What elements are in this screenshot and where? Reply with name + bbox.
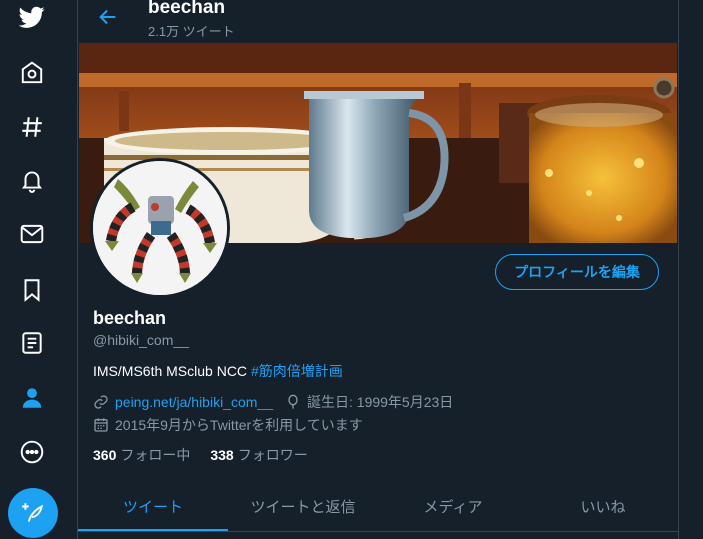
home-icon[interactable]: [12, 53, 52, 93]
balloon-birthday-icon: [285, 394, 301, 410]
profile-joined-row: 2015年9月からTwitterを利用しています: [93, 415, 363, 435]
profile-person-icon[interactable]: [12, 378, 52, 418]
lists-icon[interactable]: [12, 323, 52, 363]
link-icon: [93, 394, 109, 410]
back-arrow-icon[interactable]: [94, 3, 122, 31]
bio-hashtag-link[interactable]: #筋肉倍増計画: [251, 363, 343, 379]
tweet-count: 2.1万 ツイート: [148, 24, 235, 39]
messages-mail-icon[interactable]: [12, 214, 52, 254]
notifications-bell-icon[interactable]: [12, 160, 52, 200]
profile-meta-row: peing.net/ja/hibiki_com__ 誕生日: 1999年5月23…: [93, 392, 453, 412]
avatar-image: [93, 161, 227, 295]
explore-hashtag-icon[interactable]: [12, 107, 52, 147]
birthday-text: 誕生日: 1999年5月23日: [307, 394, 454, 410]
calendar-icon: [93, 417, 109, 433]
tab-tweets-and-replies[interactable]: ツイートと返信: [228, 481, 378, 531]
edit-profile-button[interactable]: プロフィールを編集: [495, 254, 659, 290]
following-count: 360: [93, 447, 117, 463]
profile-name: beechan: [93, 308, 167, 328]
following-link[interactable]: 360 フォロー中: [93, 445, 190, 465]
bookmarks-icon[interactable]: [12, 270, 52, 310]
followers-link[interactable]: 338 フォロワー: [210, 445, 307, 465]
profile-bio: IMS/MS6th MSclub NCC #筋肉倍増計画: [93, 361, 343, 381]
header-title: beechan: [148, 0, 226, 18]
profile-column: beechan 2.1万 ツイート プロフィールを編集 beechan @hib…: [77, 0, 679, 539]
joined-text: 2015年9月からTwitterを利用しています: [115, 417, 363, 433]
following-label: フォロー中: [120, 447, 191, 463]
profile-handle: @hibiki_com__: [93, 332, 189, 348]
followers-count: 338: [210, 447, 234, 463]
tab-media[interactable]: メディア: [378, 481, 528, 531]
profile-header: beechan 2.1万 ツイート: [78, 0, 678, 42]
feather-plus-icon: [22, 503, 44, 522]
tab-tweets[interactable]: ツイート: [78, 481, 228, 531]
tab-likes[interactable]: いいね: [528, 481, 678, 531]
left-nav: [0, 0, 66, 539]
twitter-logo-icon[interactable]: [12, 0, 52, 37]
followers-label: フォロワー: [237, 447, 308, 463]
website-link[interactable]: peing.net/ja/hibiki_com__: [115, 394, 273, 410]
follow-stats: 360 フォロー中 338 フォロワー: [93, 445, 328, 465]
profile-tabs: ツイート ツイートと返信 メディア いいね: [78, 481, 678, 532]
compose-tweet-button[interactable]: [8, 488, 58, 538]
more-options-icon[interactable]: [12, 432, 52, 472]
profile-avatar[interactable]: [90, 158, 230, 298]
bio-text: IMS/MS6th MSclub NCC: [93, 363, 251, 379]
